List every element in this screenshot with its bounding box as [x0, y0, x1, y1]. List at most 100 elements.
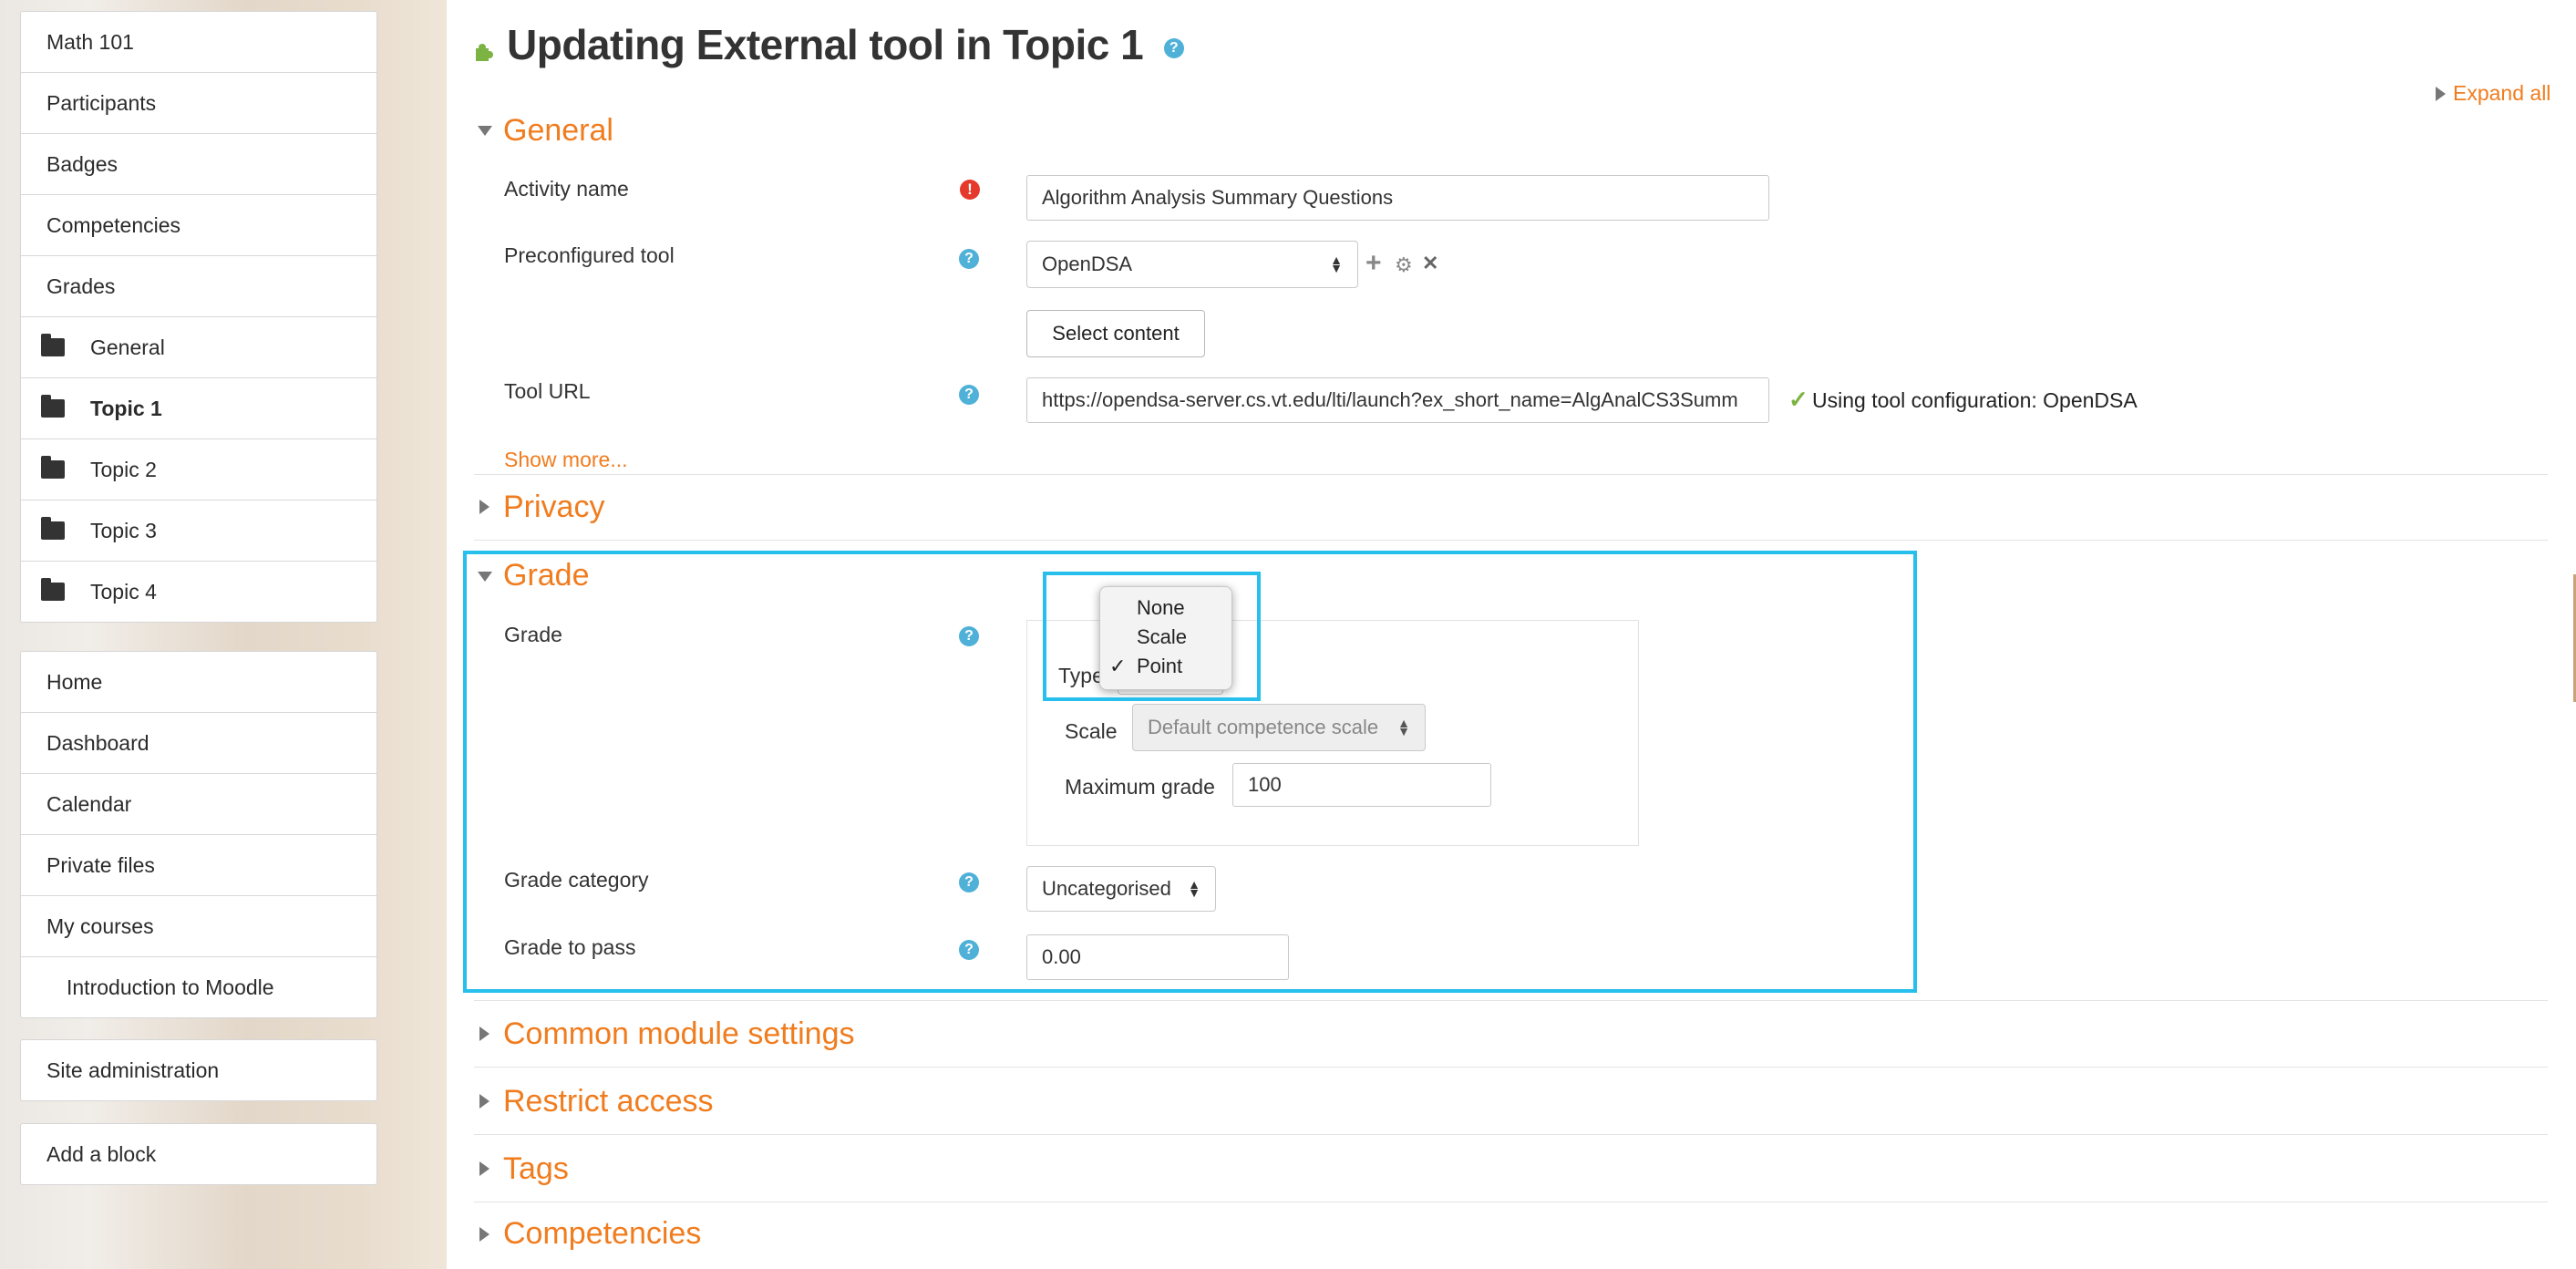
expand-common-icon[interactable] [479, 1027, 489, 1041]
sidebar-item-label: Participants [46, 90, 157, 115]
sidebar-item-topic-3[interactable]: Topic 3 [21, 500, 376, 562]
add-block-link[interactable]: Add a block [21, 1124, 376, 1184]
sidebar-item-badges[interactable]: Badges [21, 134, 376, 195]
divider [474, 1134, 2548, 1135]
maximum-grade-input[interactable]: 100 [1232, 763, 1491, 807]
sidebar-item-label: Topic 2 [90, 457, 157, 481]
help-icon[interactable]: ? [1163, 37, 1184, 58]
sidebar-item-topic-2[interactable]: Topic 2 [21, 439, 376, 500]
add-block-block: Add a block [20, 1123, 377, 1185]
folder-icon [41, 395, 65, 418]
divider [474, 1067, 2548, 1068]
sidebar-item-label: Topic 1 [90, 396, 162, 420]
sidebar-item-label: Grades [46, 273, 116, 298]
folder-icon [41, 517, 65, 540]
sidebar-item-general[interactable]: General [21, 317, 376, 378]
section-privacy-heading[interactable]: Privacy [503, 490, 604, 525]
grade-category-select[interactable]: Uncategorised ▲ ▼ [1026, 866, 1216, 912]
sidebar-item-competencies[interactable]: Competencies [21, 195, 376, 256]
preconfigured-tool-label: Preconfigured tool [504, 243, 675, 267]
sidebar-item-topic-4[interactable]: Topic 4 [21, 562, 376, 622]
folder-icon [41, 456, 65, 479]
grade-to-pass-input[interactable]: 0.00 [1026, 934, 1289, 980]
scale-select: Default competence scale ▲ ▼ [1132, 704, 1426, 751]
help-icon[interactable]: ? [959, 872, 979, 892]
navigation-block: Home Dashboard Calendar Private files My… [20, 651, 377, 1018]
sidebar-item-label: Calendar [46, 791, 132, 816]
check-icon: ✓ [1788, 386, 1808, 413]
sidebar-item-dashboard[interactable]: Dashboard [21, 713, 376, 774]
close-icon[interactable]: ✕ [1422, 252, 1438, 275]
gear-icon[interactable]: ⚙ [1395, 253, 1413, 277]
help-icon[interactable]: ? [959, 626, 979, 646]
expand-tags-icon[interactable] [479, 1161, 489, 1176]
sidebar-item-home[interactable]: Home [21, 652, 376, 713]
sidebar-item-label: Badges [46, 151, 118, 176]
grade-category-value: Uncategorised [1042, 877, 1171, 900]
show-more-link[interactable]: Show more... [504, 448, 628, 472]
expand-restrict-icon[interactable] [479, 1094, 489, 1109]
grade-category-label: Grade category [504, 868, 649, 892]
sidebar-item-grades[interactable]: Grades [21, 256, 376, 317]
puzzle-icon [476, 44, 493, 61]
site-administration-block: Site administration [20, 1039, 377, 1101]
sidebar-item-private-files[interactable]: Private files [21, 835, 376, 896]
select-arrows-icon: ▲ ▼ [1188, 877, 1200, 900]
sidebar-item-label: Competencies [46, 212, 181, 237]
preconfigured-tool-value: OpenDSA [1042, 253, 1133, 275]
sidebar-item-label: General [90, 335, 165, 359]
sidebar-item-label: Private files [46, 852, 155, 877]
section-tags[interactable]: Tags [503, 1151, 569, 1187]
sidebar-item-participants[interactable]: Participants [21, 73, 376, 134]
section-restrict-access[interactable]: Restrict access [503, 1084, 714, 1119]
maximum-grade-label: Maximum grade [1065, 775, 1215, 799]
preconfigured-tool-select[interactable]: OpenDSA ▲ ▼ [1026, 241, 1358, 288]
course-navigation-block: Math 101 Participants Badges Competencie… [20, 11, 377, 623]
expand-all-icon [2436, 87, 2446, 101]
sidebar-item-calendar[interactable]: Calendar [21, 774, 376, 835]
divider [474, 474, 2548, 475]
sidebar-item-label: Add a block [46, 1141, 157, 1166]
help-icon[interactable]: ? [959, 940, 979, 960]
expand-competencies-icon[interactable] [479, 1227, 489, 1242]
section-common-module-settings[interactable]: Common module settings [503, 1016, 855, 1052]
divider [474, 540, 2548, 541]
section-competencies[interactable]: Competencies [503, 1216, 701, 1252]
sidebar-item-course[interactable]: Math 101 [21, 12, 376, 73]
sidebar-item-introduction-to-moodle[interactable]: Introduction to Moodle [21, 957, 376, 1017]
help-icon[interactable]: ? [959, 385, 979, 405]
select-content-button[interactable]: Select content [1026, 310, 1205, 357]
folder-icon [41, 578, 65, 601]
collapse-general-icon[interactable] [478, 126, 492, 136]
sidebar-item-label: Site administration [46, 1058, 220, 1082]
page-title: Updating External tool in Topic 1 ? [507, 20, 1184, 69]
tool-url-input[interactable]: https://opendsa-server.cs.vt.edu/lti/lau… [1026, 377, 1769, 423]
sidebar-item-topic-1[interactable]: Topic 1 [21, 378, 376, 439]
scale-value: Default competence scale [1148, 716, 1379, 738]
grade-to-pass-label: Grade to pass [504, 935, 636, 959]
sidebar-item-site-administration[interactable]: Site administration [21, 1040, 376, 1100]
help-icon[interactable]: ? [959, 249, 979, 269]
sidebar-item-label: Introduction to Moodle [67, 975, 274, 999]
collapse-grade-icon[interactable] [478, 572, 492, 582]
sidebar-item-label: Topic 3 [90, 518, 157, 542]
section-general-heading[interactable]: General [503, 113, 613, 149]
sidebar-item-label: Math 101 [46, 29, 134, 54]
tool-url-label: Tool URL [504, 379, 591, 403]
select-arrows-icon: ▲ ▼ [1397, 716, 1410, 738]
expand-privacy-icon[interactable] [479, 500, 489, 514]
sidebar-item-label: Home [46, 669, 103, 694]
folder-icon [41, 334, 65, 356]
sidebar-item-my-courses[interactable]: My courses [21, 896, 376, 957]
expand-all-link[interactable]: Expand all [2453, 81, 2550, 106]
tool-configuration-status: Using tool configuration: OpenDSA [1812, 388, 2138, 412]
section-grade-heading[interactable]: Grade [503, 558, 590, 593]
add-icon[interactable]: + [1365, 248, 1382, 279]
grade-label: Grade [504, 623, 562, 646]
dropdown-highlight [1043, 572, 1261, 701]
scale-label: Scale [1065, 719, 1118, 743]
activity-name-input[interactable]: Algorithm Analysis Summary Questions [1026, 175, 1769, 221]
required-icon: ! [960, 180, 980, 200]
page-title-text: Updating External tool in Topic 1 [507, 21, 1144, 68]
activity-name-label: Activity name [504, 177, 629, 201]
